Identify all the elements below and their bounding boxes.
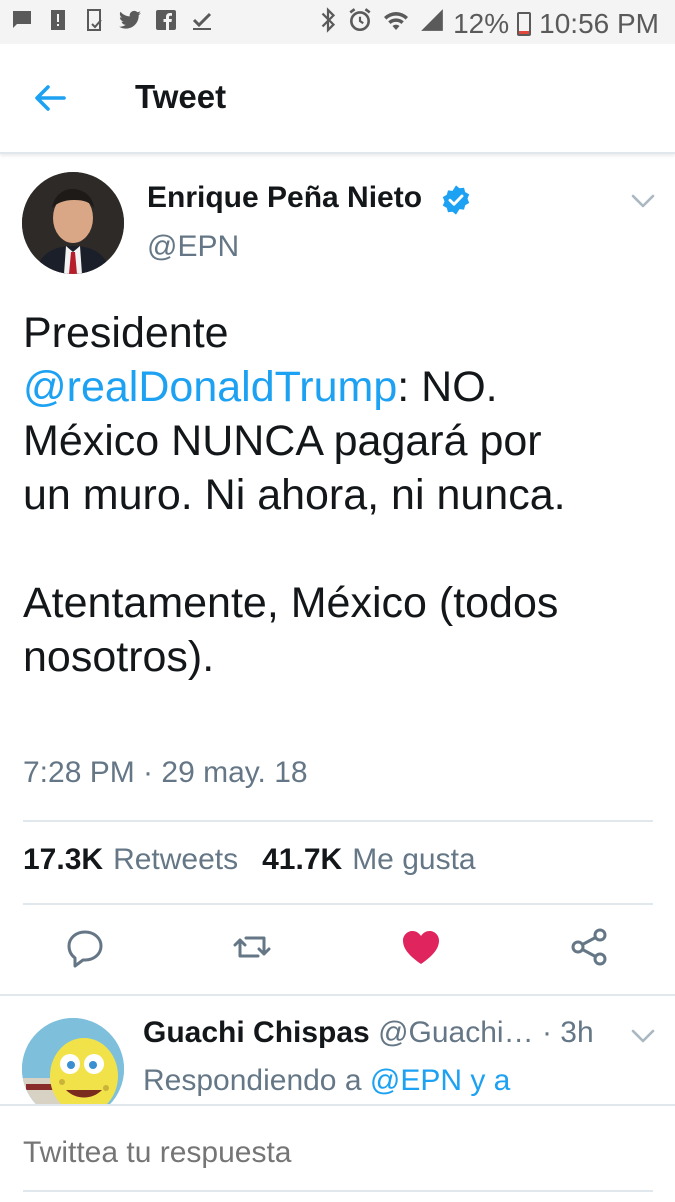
retweet-icon [233,936,271,958]
author-handle[interactable]: @EPN [147,230,239,264]
tweet-menu-chevron-down-icon[interactable] [628,190,658,212]
tweet-timestamp: 7:28 PM · 29 may. 18 [23,756,308,789]
author-avatar[interactable] [22,172,124,274]
signal-icon [419,7,445,40]
alarm-icon [347,7,373,40]
likes-label[interactable]: Me gusta [352,843,475,877]
share-icon [571,928,607,966]
like-button[interactable] [398,924,444,970]
clock: 10:56 PM [539,7,659,39]
wifi-icon [381,7,411,40]
reply-author-name[interactable]: Guachi Chispas [143,1016,370,1049]
back-arrow-icon [35,85,66,111]
divider [23,820,653,822]
avatar-portrait-image [22,172,124,274]
message-icon [10,8,34,37]
input-underline [23,1190,653,1192]
system-icons: 12% 10:56 PM [317,6,659,41]
reply-header: Guachi Chispas @Guachi… · 3h [143,1016,594,1050]
reply-author-handle[interactable]: @Guachi… [378,1016,534,1049]
reply-input[interactable] [23,1136,643,1170]
notification-icons [10,8,214,37]
battery-percent: 12% [453,7,510,39]
reply-context-mention[interactable]: @EPN y a [370,1064,511,1097]
heart-icon [403,931,439,964]
page-title: Tweet [135,78,227,115]
bluetooth-icon [317,6,339,41]
reply-icon [67,930,103,968]
retweets-label[interactable]: Retweets [113,843,238,877]
back-button[interactable] [30,80,74,116]
battery-level [519,31,530,34]
twitter-icon [118,8,142,37]
likes-count[interactable]: 41.7K [262,843,342,877]
tweet-actions-bar [0,924,675,974]
tweet-stats: 17.3K Retweets 41.7K Me gusta [23,843,490,877]
verified-badge-icon [442,185,470,215]
reply-menu-chevron-down-icon[interactable] [628,1025,658,1047]
share-button[interactable] [566,924,612,970]
tweet-text-intro: Presidente [23,309,229,357]
author-name[interactable]: Enrique Peña Nieto [147,181,422,215]
section-divider [0,994,675,996]
reply-button[interactable] [62,924,108,970]
reply-time: · 3h [541,1016,594,1049]
retweet-button[interactable] [229,924,275,970]
check-icon [190,8,214,37]
facebook-icon [154,8,178,37]
reply-compose-bar [0,1104,675,1202]
app-header: Tweet [0,44,675,154]
divider [23,903,653,905]
mention-link[interactable]: @realDonaldTrump [23,363,397,411]
status-bar: 12% 10:56 PM [0,0,675,44]
alert-icon [46,8,70,37]
reply-context: Respondiendo a @EPN y a [143,1064,510,1098]
battery-icon [517,11,532,36]
reply-context-prefix: Respondiendo a [143,1064,370,1097]
tweet-text: Presidente @realDonaldTrump: NO. México … [23,306,663,684]
retweets-count[interactable]: 17.3K [23,843,103,877]
screenshot-icon [82,8,106,37]
